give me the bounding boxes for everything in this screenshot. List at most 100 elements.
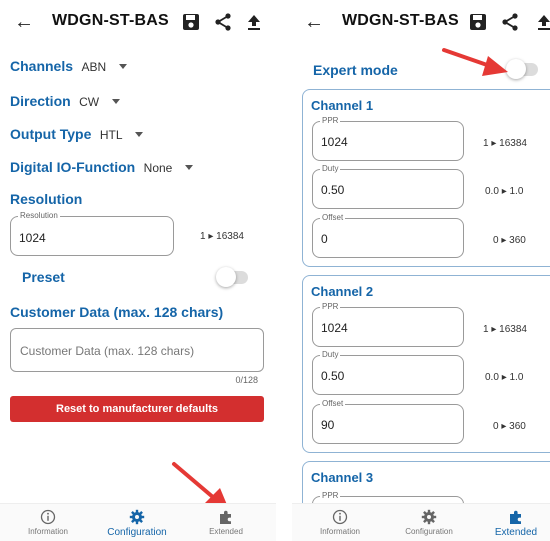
toggle-thumb bbox=[216, 267, 236, 287]
extended-screen: ← WDGN-ST-BAS Expert mode Channel 1 PPR … bbox=[292, 0, 550, 541]
range-min: 0.0 bbox=[485, 372, 499, 383]
duty-range: 0.0 ▸ 1.0 bbox=[485, 372, 523, 383]
range-max: 1.0 bbox=[509, 186, 524, 197]
app-bar: ← WDGN-ST-BAS bbox=[0, 0, 276, 46]
upload-icon[interactable] bbox=[534, 12, 550, 32]
nav-extended[interactable]: Extended bbox=[476, 504, 550, 541]
channel-title: Channel 2 bbox=[311, 284, 374, 299]
customer-data-input[interactable]: Customer Data (max. 128 chars) bbox=[10, 328, 264, 372]
channel-title: Channel 1 bbox=[311, 98, 374, 113]
nav-label: Information bbox=[319, 527, 361, 536]
range-arrow-icon: ▸ bbox=[501, 421, 507, 432]
expert-mode-label: Expert mode bbox=[313, 62, 398, 78]
offset-value: 0 bbox=[321, 232, 328, 246]
resolution-legend: Resolution bbox=[18, 211, 60, 220]
range-min: 1 bbox=[483, 138, 489, 149]
nav-label: Information bbox=[27, 527, 69, 536]
nav-configuration[interactable]: Configuration bbox=[389, 504, 469, 541]
duty-legend: Duty bbox=[320, 164, 341, 173]
direction-label: Direction bbox=[10, 93, 71, 109]
range-min: 0.0 bbox=[485, 186, 499, 197]
channels-value: ABN bbox=[81, 60, 107, 74]
channels-label: Channels bbox=[10, 58, 74, 74]
chevron-down-icon bbox=[111, 99, 120, 105]
preset-toggle[interactable] bbox=[216, 267, 250, 287]
ppr-input[interactable]: PPR 1024 bbox=[312, 302, 464, 347]
digital-io-label: Digital IO-Function bbox=[10, 159, 136, 175]
range-max: 16384 bbox=[499, 324, 527, 335]
resolution-input[interactable]: Resolution 1024 bbox=[10, 211, 174, 256]
app-bar: ← WDGN-ST-BAS bbox=[292, 0, 550, 46]
duty-input[interactable]: Duty 0.50 bbox=[312, 164, 464, 209]
nav-label: Configuration bbox=[107, 527, 167, 538]
range-arrow-icon: ▸ bbox=[208, 231, 214, 242]
save-icon[interactable] bbox=[468, 12, 488, 32]
gear-icon bbox=[421, 509, 437, 525]
ppr-input[interactable]: PPR 1024 bbox=[312, 116, 464, 161]
offset-range: 0 ▸ 360 bbox=[493, 235, 526, 246]
duty-value: 0.50 bbox=[321, 183, 345, 197]
offset-legend: Offset bbox=[320, 213, 346, 222]
back-arrow-icon[interactable]: ← bbox=[304, 11, 324, 34]
duty-legend: Duty bbox=[320, 350, 341, 359]
range-arrow-icon: ▸ bbox=[491, 138, 497, 149]
nav-information[interactable]: Information bbox=[8, 504, 88, 541]
ppr-value: 1024 bbox=[321, 321, 348, 335]
resolution-range: 1 ▸ 16384 bbox=[200, 231, 244, 242]
nav-configuration[interactable]: Configuration bbox=[97, 504, 177, 541]
chevron-down-icon bbox=[184, 165, 193, 171]
output-type-label: Output Type bbox=[10, 126, 92, 142]
duty-input[interactable]: Duty 0.50 bbox=[312, 350, 464, 395]
range-arrow-icon: ▸ bbox=[501, 235, 507, 246]
offset-value: 90 bbox=[321, 418, 335, 432]
range-min: 0 bbox=[493, 421, 499, 432]
offset-legend: Offset bbox=[320, 399, 346, 408]
upload-icon[interactable] bbox=[244, 12, 264, 32]
reset-defaults-button[interactable]: Reset to manufacturer defaults bbox=[10, 396, 264, 422]
digital-io-dropdown[interactable]: Digital IO-Function None bbox=[10, 159, 193, 177]
configuration-screen: ← WDGN-ST-BAS Channels ABN Direction CW … bbox=[0, 0, 276, 541]
output-type-dropdown[interactable]: Output Type HTL bbox=[10, 126, 143, 144]
range-arrow-icon: ▸ bbox=[501, 186, 507, 197]
channels-dropdown[interactable]: Channels ABN bbox=[10, 58, 127, 76]
duty-value: 0.50 bbox=[321, 369, 345, 383]
puzzle-icon bbox=[510, 510, 521, 524]
resolution-value: 1024 bbox=[19, 231, 46, 245]
share-icon[interactable] bbox=[213, 12, 233, 32]
customer-data-placeholder: Customer Data (max. 128 chars) bbox=[20, 344, 195, 358]
nav-label: Configuration bbox=[405, 527, 453, 536]
bottom-navigation: Information Configuration Extended bbox=[292, 503, 550, 541]
ppr-legend: PPR bbox=[320, 491, 341, 500]
digital-io-value: None bbox=[143, 161, 173, 175]
device-title: WDGN-ST-BAS bbox=[52, 12, 169, 29]
channel-card: Channel 1 PPR 1024 1 ▸ 16384 Duty 0.50 0… bbox=[302, 89, 550, 267]
nav-information[interactable]: Information bbox=[300, 504, 380, 541]
red-arrow-annotation bbox=[442, 48, 508, 76]
info-icon bbox=[40, 509, 56, 525]
offset-input[interactable]: Offset 90 bbox=[312, 399, 464, 444]
info-icon bbox=[332, 509, 348, 525]
channel-card: Channel 2 PPR 1024 1 ▸ 16384 Duty 0.50 0… bbox=[302, 275, 550, 453]
offset-range: 0 ▸ 360 bbox=[493, 421, 526, 432]
gear-icon bbox=[129, 509, 145, 525]
back-arrow-icon[interactable]: ← bbox=[14, 11, 34, 34]
range-max: 16384 bbox=[216, 231, 244, 242]
nav-label: Extended bbox=[494, 527, 538, 538]
screen-divider bbox=[276, 0, 292, 541]
direction-dropdown[interactable]: Direction CW bbox=[10, 93, 120, 111]
range-arrow-icon: ▸ bbox=[491, 324, 497, 335]
resolution-section-title: Resolution bbox=[10, 191, 83, 207]
offset-input[interactable]: Offset 0 bbox=[312, 213, 464, 258]
ppr-legend: PPR bbox=[320, 116, 341, 125]
ppr-value: 1024 bbox=[321, 135, 348, 149]
range-min: 1 bbox=[483, 324, 489, 335]
output-type-value: HTL bbox=[99, 128, 123, 142]
share-icon[interactable] bbox=[500, 12, 520, 32]
save-icon[interactable] bbox=[181, 12, 201, 32]
preset-label: Preset bbox=[22, 269, 65, 285]
range-max: 360 bbox=[509, 235, 526, 246]
ppr-range: 1 ▸ 16384 bbox=[483, 138, 527, 149]
customer-data-section-title: Customer Data (max. 128 chars) bbox=[10, 304, 224, 320]
range-min: 1 bbox=[200, 231, 206, 242]
nav-extended[interactable]: Extended bbox=[186, 504, 266, 541]
